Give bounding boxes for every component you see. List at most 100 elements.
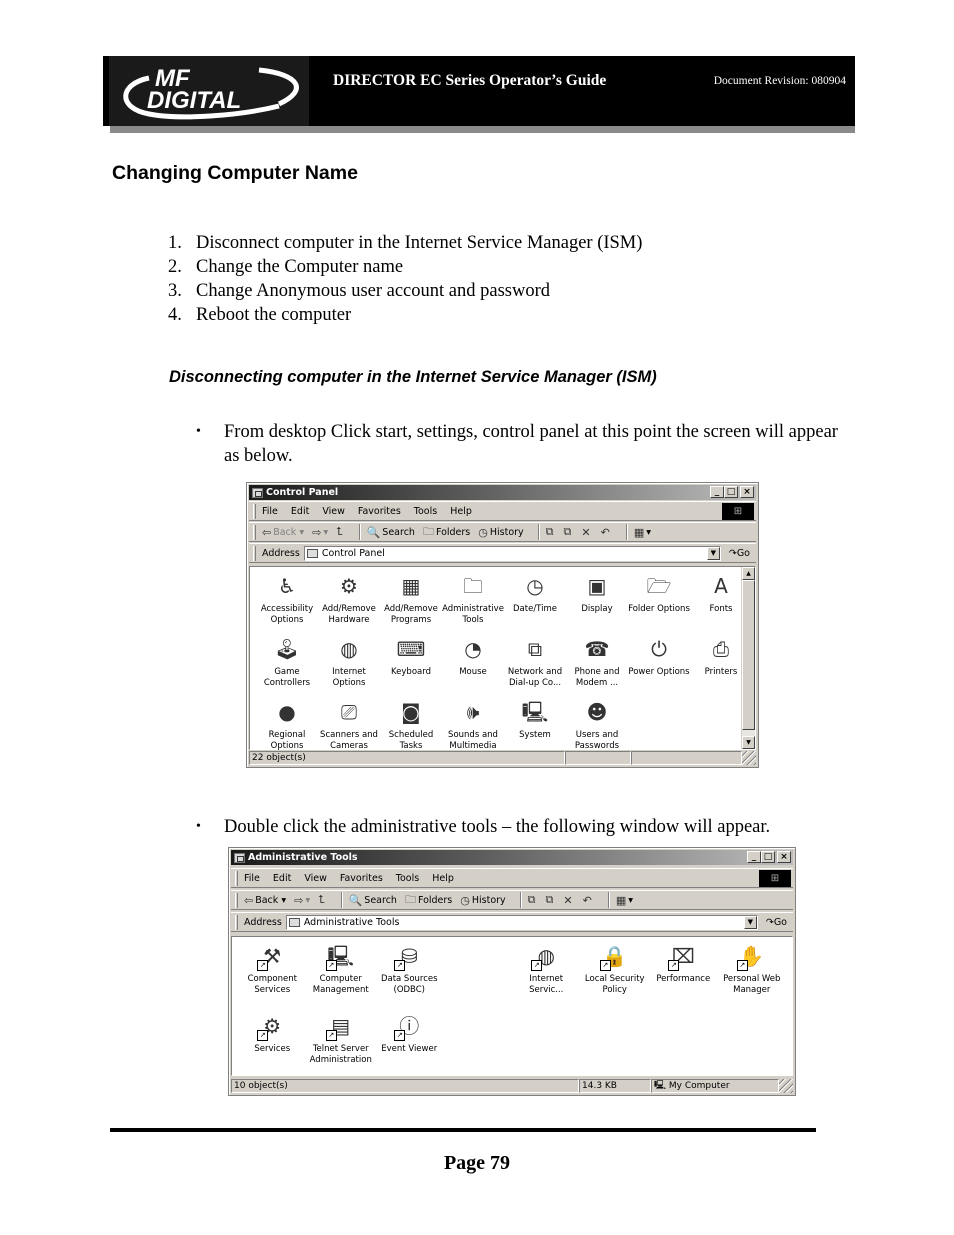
services-icon: ⚙ [257,1011,287,1041]
up-folder-button[interactable]: ⮤ [336,525,345,539]
up-folder-icon: ⮤ [336,525,343,538]
hardware-icon: ⚙ [340,573,358,598]
folder-item[interactable]: ▣ Display [566,571,628,634]
folders-button[interactable]: 🗀 Folders [423,523,470,542]
menu-file[interactable]: File [244,873,260,884]
icon-grid: ♿ Accessibility Options ⚙ Add/Remove Hardwa… [256,571,752,760]
folder-item[interactable]: ⏻ Power Options [628,634,690,697]
toolbar-separator [340,892,343,908]
menu-view[interactable]: View [322,506,345,517]
resize-grip[interactable] [742,751,756,765]
folder-item[interactable]: 🖳 Computer Management [307,941,376,1011]
folder-item[interactable]: ⛁ Data Sources (ODBC) [375,941,444,1011]
folder-item[interactable]: ◍ Internet Options [318,634,380,697]
folder-item[interactable]: ◔ Mouse [442,634,504,697]
step-text: Reboot the computer [196,305,352,325]
views-button[interactable]: ▦ ▾ [634,526,651,539]
maximize-button[interactable]: □ [761,851,775,863]
up-folder-button[interactable]: ⮤ [318,893,327,907]
globe-regional-icon: ● [278,699,296,724]
delete-button[interactable]: ✕ [563,894,574,907]
address-bar: Address Administrative Tools ▼ ↷Go [231,912,793,932]
folder-item[interactable]: ▤ Telnet Server Administration [307,1011,376,1081]
toolbar-grip[interactable] [235,914,238,930]
copy-to-button[interactable]: ⧉ [564,525,574,539]
folder-item[interactable]: ◷ Date/Time [504,571,566,634]
scroll-down-button[interactable]: ▼ [742,736,755,749]
maximize-button[interactable]: □ [724,486,738,498]
forward-button[interactable]: ⇨ ▾ [312,526,328,539]
bullet-mark: • [196,819,201,834]
toolbar-grip[interactable] [253,545,256,561]
history-button[interactable]: ◷ History [478,526,523,539]
minimize-button[interactable]: _ [710,486,724,498]
menu-edit[interactable]: Edit [291,506,309,517]
folder-item[interactable]: ☎ Phone and Modem ... [566,634,628,697]
menu-favorites[interactable]: Favorites [358,506,401,517]
address-dropdown-button[interactable]: ▼ [706,546,720,560]
folder-item[interactable]: ◍ Internet Servic... [512,941,581,1011]
search-button[interactable]: 🔍 Search [349,894,397,907]
close-button[interactable]: × [740,486,754,498]
menu-file[interactable]: File [262,506,278,517]
history-button[interactable]: ◷ History [460,894,505,907]
folder-item-label: Personal Web Manager [723,974,781,995]
back-button[interactable]: ⇦ Back ▾ [262,526,304,539]
delete-button[interactable]: ✕ [581,526,592,539]
menu-help[interactable]: Help [432,873,454,884]
title-bar[interactable]: Administrative Tools _ □ × [231,850,793,865]
search-button[interactable]: 🔍 Search [367,526,415,539]
folder-item[interactable]: ▦ Add/Remove Programs [380,571,442,634]
folder-item[interactable]: ✋ Personal Web Manager [718,941,787,1011]
toolbar-grip[interactable] [235,892,238,908]
folder-item[interactable]: ⌨ Keyboard [380,634,442,697]
address-input[interactable]: Control Panel ▼ [303,545,721,561]
folder-item[interactable]: 🔒 Local Security Policy [581,941,650,1011]
folder-item[interactable]: ⓘ Event Viewer [375,1011,444,1081]
address-input[interactable]: Administrative Tools ▼ [285,914,758,930]
menu-edit[interactable]: Edit [273,873,291,884]
move-to-button[interactable]: ⧉ [528,893,538,907]
vertical-scrollbar[interactable]: ▲ ▼ [741,567,755,749]
menu-bar: File Edit View Favorites Tools Help ⊞ [231,868,793,888]
folder-item[interactable]: ⧉ Network and Dial-up Co... [504,634,566,697]
title-bar[interactable]: Control Panel _ □ × [249,485,756,500]
close-button[interactable]: × [777,851,791,863]
toolbar-grip[interactable] [253,503,256,519]
toolbar-grip[interactable] [235,870,238,886]
folder-item[interactable]: ⚙ Services [238,1011,307,1081]
menu-help[interactable]: Help [450,506,472,517]
resize-grip[interactable] [779,1079,793,1093]
menu-tools[interactable]: Tools [414,506,437,517]
menu-view[interactable]: View [304,873,327,884]
copy-to-button[interactable]: ⧉ [546,893,556,907]
go-button[interactable]: ↷Go [766,917,787,928]
forward-button[interactable]: ⇨ ▾ [294,894,310,907]
toolbar-grip[interactable] [253,524,256,540]
folder-item[interactable]: ⚙ Add/Remove Hardware [318,571,380,634]
menu-tools[interactable]: Tools [396,873,419,884]
mouse-icon: ◔ [464,636,482,661]
folders-button[interactable]: 🗀 Folders [405,891,452,910]
address-label: Address [262,547,300,559]
scroll-thumb[interactable] [742,580,755,730]
address-bar: Address Control Panel ▼ ↷Go [249,543,756,563]
folder-item[interactable]: ⚒ Component Services [238,941,307,1011]
undo-button[interactable]: ↶ [601,526,612,539]
folder-item[interactable]: ⌧ Performance [649,941,718,1011]
folder-item[interactable]: ♿ Accessibility Options [256,571,318,634]
address-dropdown-button[interactable]: ▼ [743,915,757,929]
footer-rule [110,1128,816,1132]
back-button[interactable]: ⇦ Back ▾ [244,894,286,907]
minimize-button[interactable]: _ [747,851,761,863]
menu-favorites[interactable]: Favorites [340,873,383,884]
move-to-button[interactable]: ⧉ [546,525,556,539]
folder-item-label: Date/Time [513,604,557,614]
undo-button[interactable]: ↶ [583,894,594,907]
go-button[interactable]: ↷Go [729,548,750,559]
folder-item[interactable]: 🗁 Folder Options [628,571,690,634]
views-button[interactable]: ▦ ▾ [616,894,633,907]
scroll-up-button[interactable]: ▲ [742,567,755,580]
folder-item[interactable]: 🕹 Game Controllers [256,634,318,697]
folder-item[interactable]: 🗀 Administrative Tools [442,571,504,634]
